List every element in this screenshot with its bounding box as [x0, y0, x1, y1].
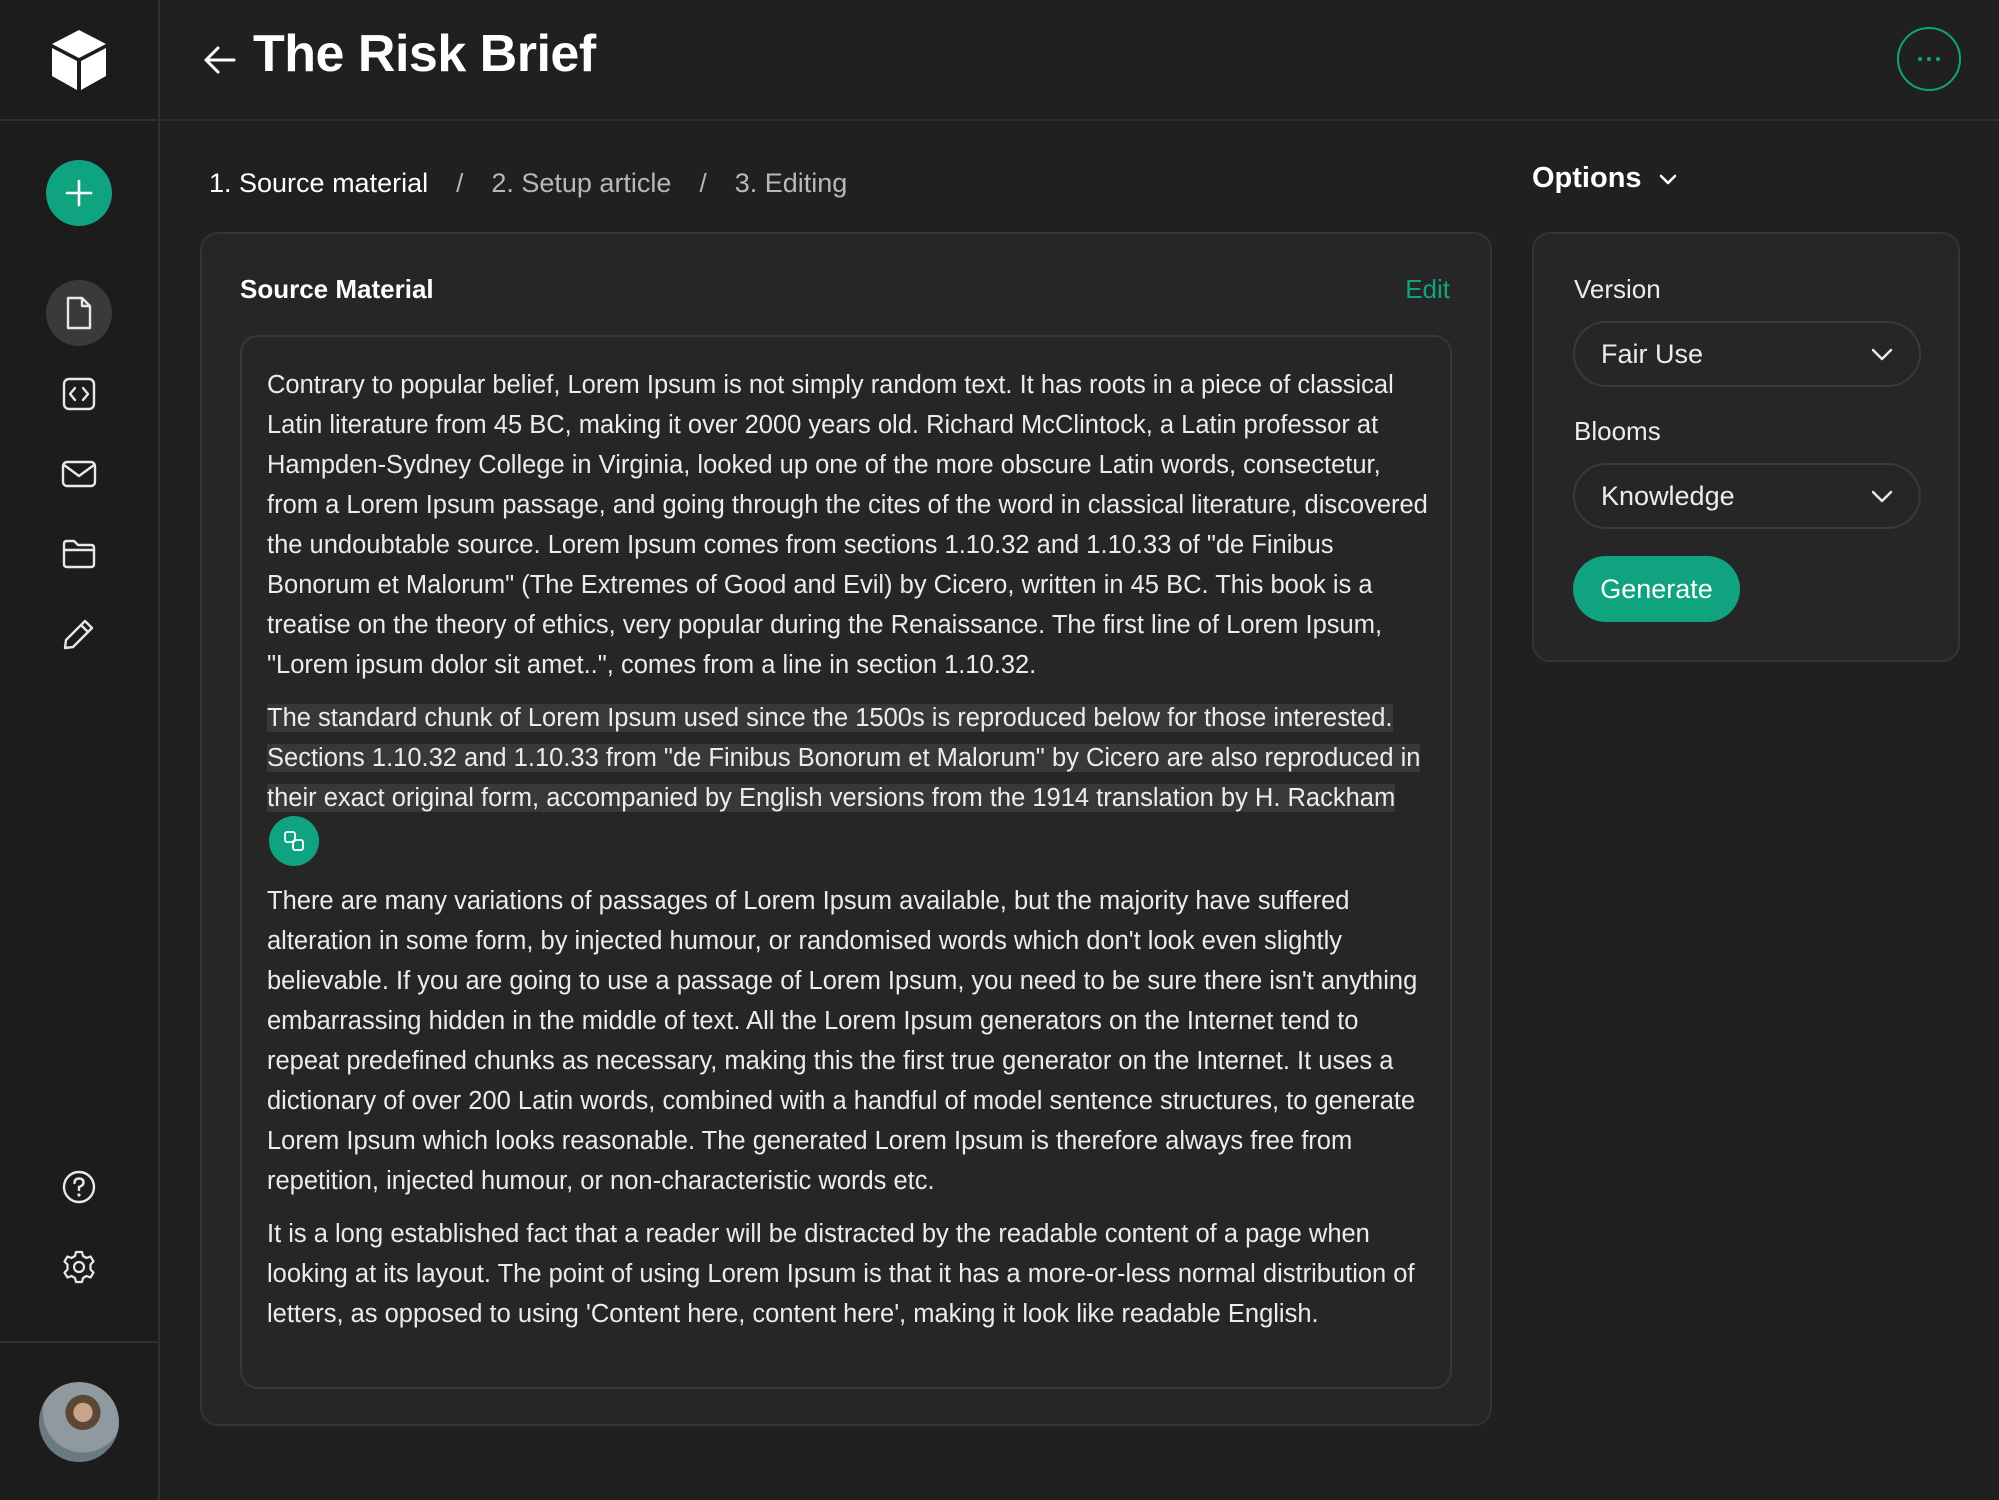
back-arrow-icon[interactable] [200, 40, 240, 80]
document-icon [66, 296, 92, 330]
sidebar-item-mail[interactable] [55, 450, 103, 498]
cube-logo-icon [52, 29, 106, 90]
folder-icon [62, 539, 96, 569]
breadcrumb: 1. Source material / 2. Setup article / … [209, 168, 847, 199]
sidebar-item-help[interactable] [55, 1163, 103, 1211]
mail-icon [61, 460, 97, 488]
source-text-area[interactable]: Contrary to popular belief, Lorem Ipsum … [240, 335, 1452, 1389]
version-select[interactable]: Fair Use [1573, 321, 1921, 387]
copy-icon [284, 831, 304, 851]
plus-icon [65, 179, 93, 207]
paragraph: Contrary to popular belief, Lorem Ipsum … [267, 371, 1428, 679]
page-title: The Risk Brief [253, 25, 596, 83]
new-item-button[interactable] [46, 160, 112, 226]
version-label: Version [1574, 274, 1661, 304]
top-bar: The Risk Brief [160, 0, 1999, 121]
generate-button[interactable]: Generate [1573, 556, 1740, 622]
sidebar-item-documents[interactable] [46, 280, 112, 346]
gear-icon [63, 1250, 95, 1284]
step-editing[interactable]: 3. Editing [735, 168, 848, 199]
step-setup-article[interactable]: 2. Setup article [491, 168, 671, 199]
options-title: Options [1532, 162, 1642, 194]
chevron-down-icon [1871, 348, 1893, 361]
sidebar-item-edit[interactable] [55, 610, 103, 658]
help-icon [62, 1170, 96, 1204]
paragraph: It is a long established fact that a rea… [267, 1220, 1415, 1328]
copy-selection-button[interactable] [269, 816, 319, 866]
more-options-button[interactable] [1897, 27, 1961, 91]
blooms-value: Knowledge [1601, 480, 1735, 511]
sidebar-item-folder[interactable] [55, 530, 103, 578]
step-separator: / [456, 168, 464, 198]
pencil-icon [63, 619, 94, 650]
step-source-material[interactable]: 1. Source material [209, 168, 428, 199]
selected-text: The standard chunk of Lorem Ipsum used s… [267, 704, 1421, 812]
paragraph-highlighted[interactable]: The standard chunk of Lorem Ipsum used s… [267, 698, 1432, 868]
user-avatar-area[interactable] [0, 1341, 158, 1500]
version-value: Fair Use [1601, 338, 1704, 369]
sidebar [0, 0, 160, 1500]
ellipsis-icon [1918, 57, 1940, 61]
options-panel: Version Fair Use Blooms Knowledge Genera… [1532, 232, 1960, 662]
blooms-select[interactable]: Knowledge [1573, 463, 1921, 529]
avatar[interactable] [39, 1381, 119, 1462]
code-icon [62, 377, 96, 411]
chevron-down-icon [1871, 490, 1893, 503]
chevron-down-icon [1659, 174, 1676, 184]
blooms-label: Blooms [1574, 416, 1661, 446]
paragraph: There are many variations of passages of… [267, 887, 1418, 1195]
logo[interactable] [0, 0, 158, 121]
sidebar-item-settings[interactable] [55, 1243, 103, 1291]
sidebar-item-code[interactable] [55, 370, 103, 418]
edit-link[interactable]: Edit [1405, 274, 1450, 305]
card-title: Source Material [240, 274, 434, 304]
step-separator: / [699, 168, 707, 198]
options-toggle[interactable]: Options [1532, 162, 1678, 195]
source-material-card: Source Material Edit Contrary to popular… [200, 232, 1492, 1426]
